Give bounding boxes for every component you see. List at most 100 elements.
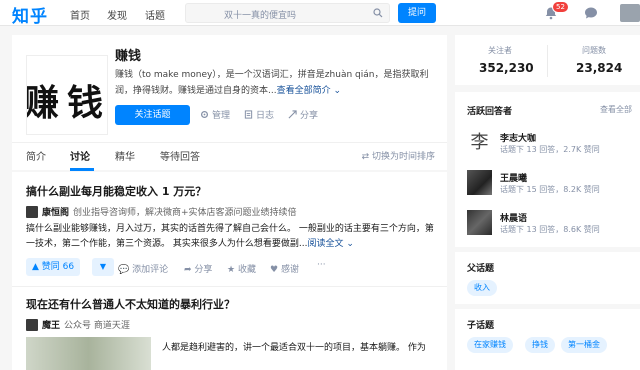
upvote-label: 赞同 66 <box>41 262 75 272</box>
tab-intro[interactable]: 简介 <box>26 148 46 163</box>
comment-icon: 💬 <box>118 265 133 275</box>
topic-tabs: 简介 讨论 精华 等待回答 ⇄ 切换为时间排序 <box>12 142 447 171</box>
more-icon[interactable]: ··· <box>317 260 326 270</box>
swap-icon: ⇄ <box>361 152 372 162</box>
topic-image-char: 钱 <box>67 82 104 124</box>
topic-description-text: 赚钱（to make money），是一个汉语词汇，拼音是zhuàn qián，… <box>115 70 429 96</box>
chevron-down-icon[interactable]: ⌄ <box>331 86 341 96</box>
upvote-icon: ▲ <box>32 262 42 272</box>
topic-description: 赚钱（to make money），是一个汉语词汇，拼音是zhuàn qián，… <box>115 67 435 99</box>
tab-featured[interactable]: 精华 <box>115 148 135 163</box>
thanks-label: 感谢 <box>280 265 299 275</box>
answerer-meta: 话题下 13 回答，8.6K 赞同 <box>500 225 600 234</box>
questions-label: 问题数 <box>582 46 606 55</box>
ask-question-button[interactable]: 提问 <box>398 3 436 23</box>
active-answerers: 活跃回答者 查看全部 李 李志大咖 话题下 13 回答，2.7K 赞同 王晨曦 … <box>455 92 640 247</box>
answerer-item[interactable]: 林晨语 话题下 13 回答，8.6K 赞同 <box>467 210 637 242</box>
document-icon <box>244 110 253 119</box>
share-icon <box>288 110 297 119</box>
share-label: 分享 <box>300 111 319 121</box>
search-input[interactable]: 双十一真的便宜吗 <box>185 3 390 23</box>
answer-excerpt-text: 搞什么副业能够赚钱，月入过万，其实的话首先得了解自己会什么。 一般副业的话主要有… <box>26 224 434 249</box>
topic-image-char: 赚 <box>26 82 60 124</box>
author-avatar[interactable] <box>26 205 38 218</box>
comment-label: 添加评论 <box>132 265 169 275</box>
zhihu-logo[interactable]: 知乎 <box>12 2 48 27</box>
sort-toggle-label: 切换为时间排序 <box>371 152 435 162</box>
follow-topic-button[interactable]: 关注话题 <box>115 105 190 125</box>
downvote-button[interactable]: ▼ <box>92 258 114 276</box>
section-title: 活跃回答者 <box>467 107 513 117</box>
share-button[interactable]: 分享 <box>288 108 318 121</box>
view-all-description-link[interactable]: 查看全部简介 <box>277 86 331 96</box>
answerer-name[interactable]: 林晨语 <box>500 211 527 224</box>
tab-waiting[interactable]: 等待回答 <box>160 148 200 163</box>
answer-excerpt[interactable]: 人都是趋利避害的，讲一个最适合双十一的项目，基本躺赚。 作为 <box>162 340 426 353</box>
nav-explore[interactable]: 发现 <box>107 7 127 22</box>
divider <box>12 286 447 287</box>
author-info: 魔王 公众号 商道天涯 <box>26 318 130 331</box>
nav-home[interactable]: 首页 <box>70 7 90 22</box>
followers-label: 关注者 <box>488 46 512 55</box>
answer-excerpt[interactable]: 搞什么副业能够赚钱，月入过万，其实的话首先得了解自己会什么。 一般副业的话主要有… <box>26 222 436 252</box>
topic-tag[interactable]: 收入 <box>467 280 497 296</box>
share-answer-button[interactable]: ➦ 分享 <box>184 262 212 275</box>
upvote-button[interactable]: ▲ 赞同 66 <box>26 258 81 276</box>
answerer-meta: 话题下 15 回答，8.2K 赞同 <box>500 185 600 194</box>
topic-stats: 关注者 352,230 问题数 23,824 <box>455 35 640 85</box>
collect-label: 收藏 <box>237 265 256 275</box>
topic-tag[interactable]: 挣钱 <box>525 337 555 353</box>
topic-tag[interactable]: 第一桶金 <box>561 337 607 353</box>
answerer-item[interactable]: 王晨曦 话题下 15 回答，8.2K 赞同 <box>467 170 637 202</box>
user-avatar[interactable] <box>620 4 640 22</box>
collect-button[interactable]: ★ 收藏 <box>227 262 256 275</box>
notification-badge: 52 <box>552 1 569 13</box>
author-avatar[interactable] <box>26 318 38 331</box>
read-more-link[interactable]: 阅读全文 <box>307 239 343 249</box>
question-title[interactable]: 搞什么副业每月能稳定收入 1 万元？ <box>26 183 206 199</box>
question-title[interactable]: 现在还有什么普通人不太知道的暴利行业？ <box>26 296 235 312</box>
answerer-item[interactable]: 李 李志大咖 话题下 13 回答，2.7K 赞同 <box>467 130 637 162</box>
chevron-down-icon: ⌄ <box>343 239 354 249</box>
answerer-avatar[interactable] <box>467 170 492 195</box>
sort-toggle[interactable]: ⇄ 切换为时间排序 <box>362 149 435 162</box>
author-name[interactable]: 康恒阁 <box>42 205 69 218</box>
stats-separator <box>547 45 548 77</box>
star-icon: ★ <box>227 265 238 275</box>
topic-tag[interactable]: 在家赚钱 <box>467 337 513 353</box>
feed: 搞什么副业每月能稳定收入 1 万元？ 康恒阁 创业指导咨询师，解决微商+实体店客… <box>12 172 447 370</box>
share-answer-label: 分享 <box>194 265 213 275</box>
share-icon: ➦ <box>184 265 195 275</box>
answerer-avatar[interactable] <box>467 210 492 235</box>
section-title: 子话题 <box>467 321 495 331</box>
tab-discussion[interactable]: 讨论 <box>70 148 90 163</box>
nav-topics[interactable]: 话题 <box>145 7 165 22</box>
answerer-name[interactable]: 李志大咖 <box>500 131 536 144</box>
gear-icon <box>200 110 209 119</box>
topic-title: 赚钱 <box>115 49 142 64</box>
manage-label: 管理 <box>212 111 231 121</box>
parent-topics: 父话题 收入 <box>455 252 640 304</box>
log-button[interactable]: 日志 <box>244 108 274 121</box>
child-topics: 子话题 在家赚钱 挣钱 第一桶金 <box>455 309 640 370</box>
search-icon[interactable] <box>373 8 383 18</box>
author-name[interactable]: 魔王 <box>42 318 60 331</box>
manage-button[interactable]: 管理 <box>200 108 230 121</box>
section-title: 父话题 <box>467 264 495 274</box>
author-info: 康恒阁 创业指导咨询师，解决微商+实体店客源问题业绩持续倍 <box>26 205 297 218</box>
followers-count[interactable]: 352,230 <box>479 61 534 75</box>
author-bio: 创业指导咨询师，解决微商+实体店客源问题业绩持续倍 <box>73 208 297 218</box>
log-label: 日志 <box>256 111 275 121</box>
answerer-avatar[interactable]: 李 <box>467 130 492 155</box>
view-all-answerers-link[interactable]: 查看全部 <box>600 104 632 115</box>
top-nav: 知乎 首页 发现 话题 双十一真的便宜吗 提问 52 <box>0 0 640 27</box>
answerer-name[interactable]: 王晨曦 <box>500 171 527 184</box>
thanks-button[interactable]: ♥ 感谢 <box>270 262 299 275</box>
author-bio: 公众号 商道天涯 <box>64 321 130 331</box>
comment-button[interactable]: 💬 添加评论 <box>118 262 168 275</box>
topic-image: 赚 钱 <box>26 55 108 135</box>
answer-thumbnail[interactable] <box>26 337 151 370</box>
search-placeholder: 双十一真的便宜吗 <box>224 11 297 21</box>
questions-count[interactable]: 23,824 <box>576 61 622 75</box>
message-icon[interactable] <box>584 6 598 20</box>
